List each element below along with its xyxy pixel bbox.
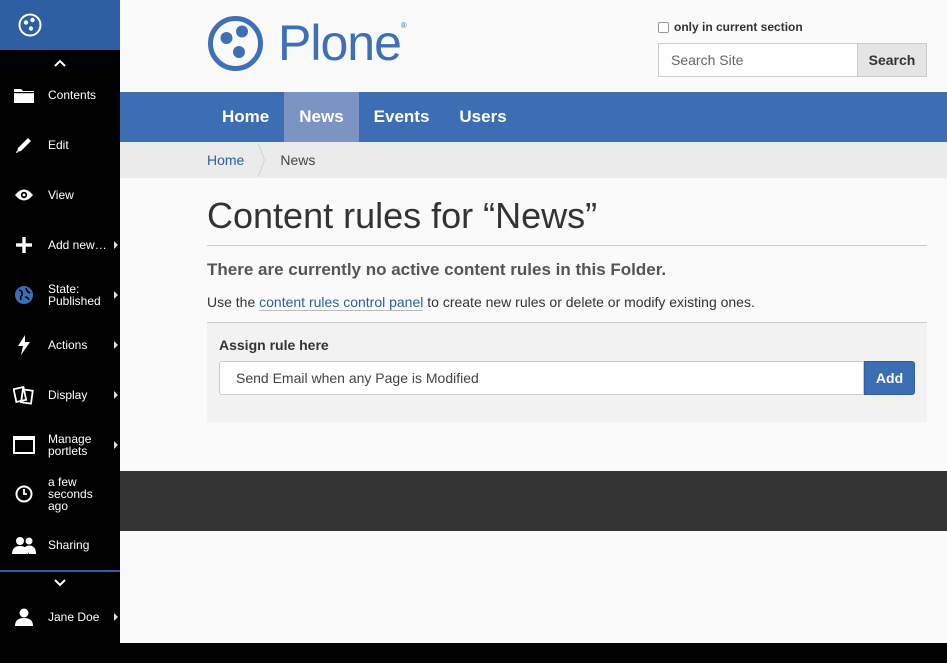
folder-icon [0, 87, 48, 103]
toolbar-item-label: State: Published [48, 282, 101, 308]
control-panel-link[interactable]: content rules control panel [259, 294, 424, 311]
toolbar-item-label: Jane Doe [48, 610, 100, 624]
submenu-arrow-icon [114, 613, 118, 621]
assign-rule-form: Assign rule here Send Email when any Pag… [207, 322, 927, 422]
toolbar-item-label: Edit [48, 138, 69, 152]
breadcrumb: Home News [120, 142, 947, 178]
breadcrumb-current: News [280, 152, 316, 168]
breadcrumb-home[interactable]: Home [207, 152, 244, 168]
info-text: Use the content rules control panel to c… [207, 294, 927, 311]
registered-mark: ® [400, 20, 407, 30]
toolbar-item-manage-portlets[interactable]: Manage portlets [0, 432, 120, 458]
info-text-pre: Use the [207, 294, 260, 310]
assign-rule-label: Assign rule here [219, 337, 329, 353]
page-title: Content rules for “News” [207, 195, 927, 246]
plone-toolbar: Contents Edit View Add new… State: Publi… [0, 0, 120, 643]
site-logo-text: Plone [278, 15, 402, 71]
toolbar-scroll-down[interactable] [0, 572, 120, 594]
nav-tab-events[interactable]: Events [359, 92, 445, 142]
submenu-arrow-icon [114, 241, 118, 249]
chevron-down-icon [54, 579, 66, 587]
main-navigation: Home News Events Users [120, 92, 947, 142]
site-header: Plone ® only in current section Search S… [120, 0, 947, 92]
search-section-option[interactable]: only in current section [658, 20, 803, 34]
clock-icon [0, 485, 48, 503]
toolbar-logo[interactable] [0, 0, 120, 50]
toolbar-item-label: Actions [48, 338, 88, 352]
plone-logo-icon [208, 15, 263, 71]
plone-logo-icon [18, 13, 42, 37]
no-rules-notice: There are currently no active content ru… [207, 260, 667, 279]
toolbar-item-display[interactable]: Display [0, 382, 120, 408]
plus-icon [0, 237, 48, 253]
users-icon [0, 536, 48, 554]
user-icon [0, 608, 48, 626]
toolbar-item-contents[interactable]: Contents [0, 82, 120, 108]
submenu-arrow-icon [114, 441, 118, 449]
lightning-icon [0, 335, 48, 355]
toolbar-item-label: Contents [48, 88, 97, 102]
current-section-checkbox[interactable] [658, 21, 669, 33]
page: Plone ® only in current section Search S… [120, 0, 947, 643]
submenu-arrow-icon [114, 391, 118, 399]
nav-tab-home[interactable]: Home [207, 92, 284, 142]
search-button[interactable]: Search [857, 43, 927, 77]
toolbar-item-add-new[interactable]: Add new… [0, 232, 120, 258]
submenu-arrow-icon [114, 341, 118, 349]
toolbar-item-state[interactable]: State: Published [0, 282, 120, 308]
toolbar-item-actions[interactable]: Actions [0, 332, 120, 358]
main-content: Content rules for “News” There are curre… [207, 195, 927, 422]
assign-rule-row: Send Email when any Page is Modified Add [219, 361, 915, 395]
toolbar-item-label: a few seconds ago [48, 475, 93, 513]
eye-icon [0, 188, 48, 202]
rule-select[interactable]: Send Email when any Page is Modified [219, 361, 865, 395]
site-logo[interactable]: Plone ® [207, 14, 407, 72]
chevron-up-icon [54, 59, 66, 67]
toolbar-item-label: View [48, 188, 74, 202]
info-text-post: to create new rules or delete or modify … [423, 294, 755, 310]
toolbar-item-label: Display [48, 388, 88, 402]
globe-icon [0, 285, 48, 305]
nav-tab-users[interactable]: Users [444, 92, 521, 142]
toolbar-item-label: Manage portlets [48, 432, 92, 458]
toolbar-item-history[interactable]: a few seconds ago [0, 476, 120, 512]
toolbar-scroll-up[interactable] [0, 50, 120, 76]
toolbar-item-label: Sharing [48, 538, 90, 552]
current-section-label: only in current section [674, 20, 803, 34]
site-footer [120, 471, 947, 531]
submenu-arrow-icon [114, 291, 118, 299]
pencil-icon [0, 135, 48, 155]
toolbar-item-sharing[interactable]: Sharing [0, 532, 120, 558]
window-icon [0, 436, 48, 454]
add-rule-button[interactable]: Add [864, 361, 915, 395]
nav-tab-news[interactable]: News [284, 92, 359, 142]
display-icon [0, 385, 48, 405]
toolbar-item-view[interactable]: View [0, 182, 120, 208]
breadcrumb-separator-icon [257, 142, 266, 178]
search-input[interactable]: Search Site [658, 43, 858, 77]
toolbar-item-edit[interactable]: Edit [0, 132, 120, 158]
toolbar-item-label: Add new… [48, 238, 107, 252]
toolbar-item-user[interactable]: Jane Doe [0, 604, 120, 630]
